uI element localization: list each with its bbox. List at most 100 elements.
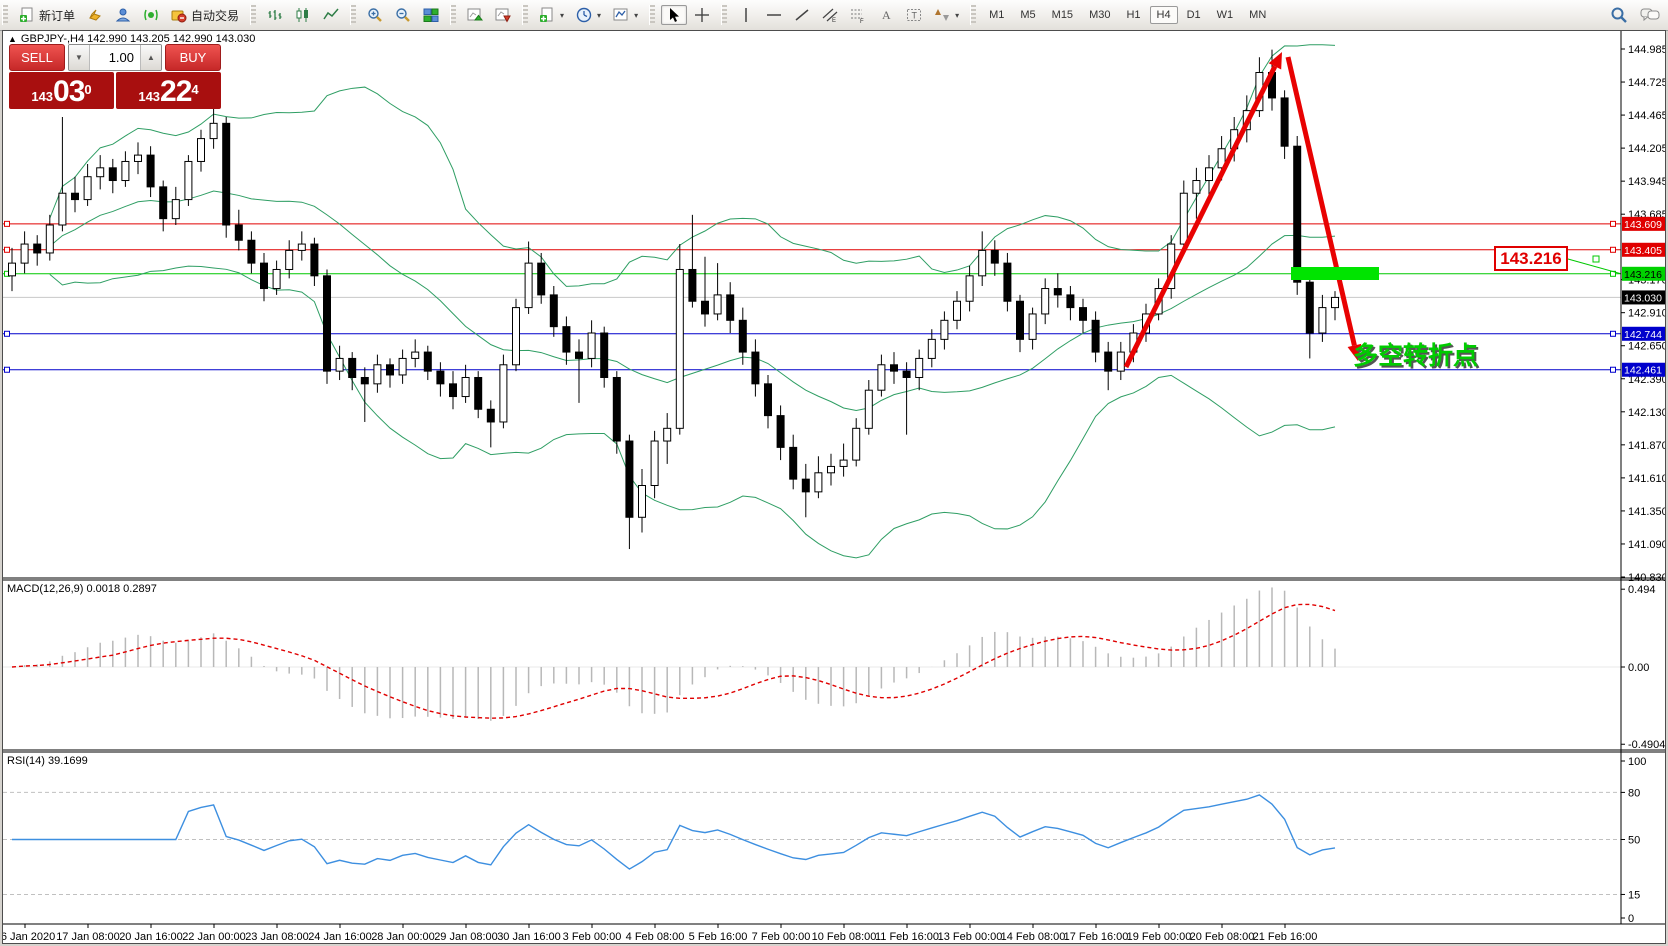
candle-body	[903, 371, 910, 377]
vline-tool[interactable]	[733, 5, 759, 25]
new-chart-icon[interactable]	[462, 5, 488, 25]
candle-body	[991, 250, 998, 263]
buy-price[interactable]: 143224	[116, 72, 221, 109]
main-chart-svg[interactable]: 144.985144.725144.465144.205143.945143.6…	[3, 31, 1665, 943]
time-axis[interactable]: 16 Jan 202017 Jan 08:0020 Jan 16:0022 Ja…	[3, 924, 1317, 943]
line-anchor[interactable]	[5, 331, 10, 336]
shapes-tool[interactable]: ▾	[929, 5, 964, 25]
line-chart-icon-icon	[323, 7, 339, 23]
buy-price-big: 22	[160, 77, 191, 107]
svg-text:143.216: 143.216	[1624, 269, 1662, 281]
timeframe-button-m5[interactable]: M5	[1013, 6, 1042, 24]
line-anchor[interactable]	[1611, 367, 1616, 372]
chart-profile-icon[interactable]	[490, 5, 516, 25]
dropdown-caret-icon[interactable]: ▾	[634, 11, 638, 20]
text-icon: A	[878, 7, 894, 23]
annotation-note-text[interactable]: 多空转折点	[1353, 336, 1478, 372]
indicators-icon[interactable]: ▾	[608, 5, 643, 25]
crosshair-tool[interactable]	[689, 5, 715, 25]
sell-price[interactable]: 143030	[9, 72, 114, 109]
line-anchor[interactable]	[5, 221, 10, 226]
timeframe-button-w1[interactable]: W1	[1210, 6, 1241, 24]
profile-icon[interactable]	[110, 5, 136, 25]
candle-body	[500, 365, 507, 422]
line-anchor[interactable]	[5, 247, 10, 252]
candle-body	[1092, 320, 1099, 352]
dropdown-caret-icon[interactable]: ▾	[955, 11, 959, 20]
chart-profile-icon-icon	[495, 7, 511, 23]
text-tool[interactable]: A	[873, 5, 899, 25]
candle-body	[160, 187, 167, 219]
collapse-icon[interactable]: ▲	[8, 34, 17, 44]
candle-chart-icon[interactable]	[290, 5, 316, 25]
candle-body	[122, 161, 129, 180]
gold-icon[interactable]	[82, 5, 108, 25]
price-tick-label: 141.350	[1628, 506, 1665, 518]
candle-body	[1080, 308, 1087, 321]
candle-body	[828, 466, 835, 472]
timeframe-button-mn[interactable]: MN	[1242, 6, 1273, 24]
zoom-in-icon[interactable]	[362, 5, 388, 25]
shapes-icon	[934, 7, 950, 23]
highlight-zone-rect[interactable]	[1291, 267, 1379, 280]
price-tick-label: 142.910	[1628, 308, 1665, 320]
toolbar-group-handle	[522, 5, 528, 25]
candle-chart-icon-icon	[295, 7, 311, 23]
line-chart-icon[interactable]	[318, 5, 344, 25]
bar-chart-icon[interactable]	[262, 5, 288, 25]
timeframe-button-h4[interactable]: H4	[1150, 6, 1178, 24]
time-tick-label: 30 Jan 16:00	[497, 931, 561, 943]
chat-icon[interactable]	[1640, 6, 1660, 24]
fibo-tool[interactable]: F	[845, 5, 871, 25]
timeframe-button-h1[interactable]: H1	[1119, 6, 1147, 24]
cursor-tool[interactable]	[661, 5, 687, 25]
rsi-tick-label: 80	[1628, 787, 1640, 799]
line-anchor[interactable]	[1611, 247, 1616, 252]
channel-tool[interactable]: E	[817, 5, 843, 25]
tile-windows-icon[interactable]	[418, 5, 444, 25]
candle-body	[664, 428, 671, 441]
tile-windows-icon-icon	[423, 7, 439, 23]
label-tool[interactable]: T	[901, 5, 927, 25]
time-tick-label: 5 Feb 16:00	[689, 931, 748, 943]
signal-icon-icon	[143, 7, 159, 23]
timeframe-button-m30[interactable]: M30	[1082, 6, 1117, 24]
main-plot	[3, 33, 1621, 558]
zoom-out-icon-icon	[395, 7, 411, 23]
search-icon[interactable]	[1610, 6, 1630, 24]
candle-body	[412, 352, 419, 358]
dropdown-caret-icon[interactable]: ▾	[597, 11, 601, 20]
signal-icon[interactable]	[138, 5, 164, 25]
autotrade-button[interactable]: 自动交易	[166, 5, 244, 25]
buy-button[interactable]: BUY	[165, 44, 221, 71]
templates-icon[interactable]: ▾	[534, 5, 569, 25]
candle-body	[185, 161, 192, 199]
sell-button[interactable]: SELL	[9, 44, 65, 71]
volume-up-button[interactable]: ▲	[140, 45, 161, 70]
candle-body	[46, 225, 53, 253]
price-callout-label[interactable]: 143.216	[1494, 246, 1568, 271]
timeframe-button-m15[interactable]: M15	[1045, 6, 1080, 24]
line-anchor[interactable]	[5, 367, 10, 372]
trendline-tool[interactable]	[789, 5, 815, 25]
volume-down-button[interactable]: ▼	[69, 45, 90, 70]
svg-text:143.609: 143.609	[1624, 219, 1662, 231]
zoom-out-icon[interactable]	[390, 5, 416, 25]
vline-icon	[738, 7, 754, 23]
crosshair-icon	[694, 7, 710, 23]
timeframe-button-m1[interactable]: M1	[982, 6, 1011, 24]
timeframe-button-d1[interactable]: D1	[1180, 6, 1208, 24]
macd-signal-line	[12, 604, 1335, 718]
chart-shift-marker[interactable]	[1344, 33, 1354, 40]
new-order-button[interactable]: 新订单	[14, 5, 80, 25]
line-anchor[interactable]	[1611, 331, 1616, 336]
periods-icon[interactable]: ▾	[571, 5, 606, 25]
trend-up-arrow[interactable]	[1126, 66, 1275, 367]
line-anchor[interactable]	[1611, 221, 1616, 226]
callout-anchor[interactable]	[1593, 256, 1599, 262]
price-tick-label: 140.830	[1628, 572, 1665, 584]
volume-value[interactable]: 1.00	[90, 45, 140, 70]
dropdown-caret-icon[interactable]: ▾	[560, 11, 564, 20]
hline-tool[interactable]	[761, 5, 787, 25]
chart-window[interactable]: ▲GBPJPY-,H4 142.990 143.205 142.990 143.…	[2, 30, 1666, 944]
